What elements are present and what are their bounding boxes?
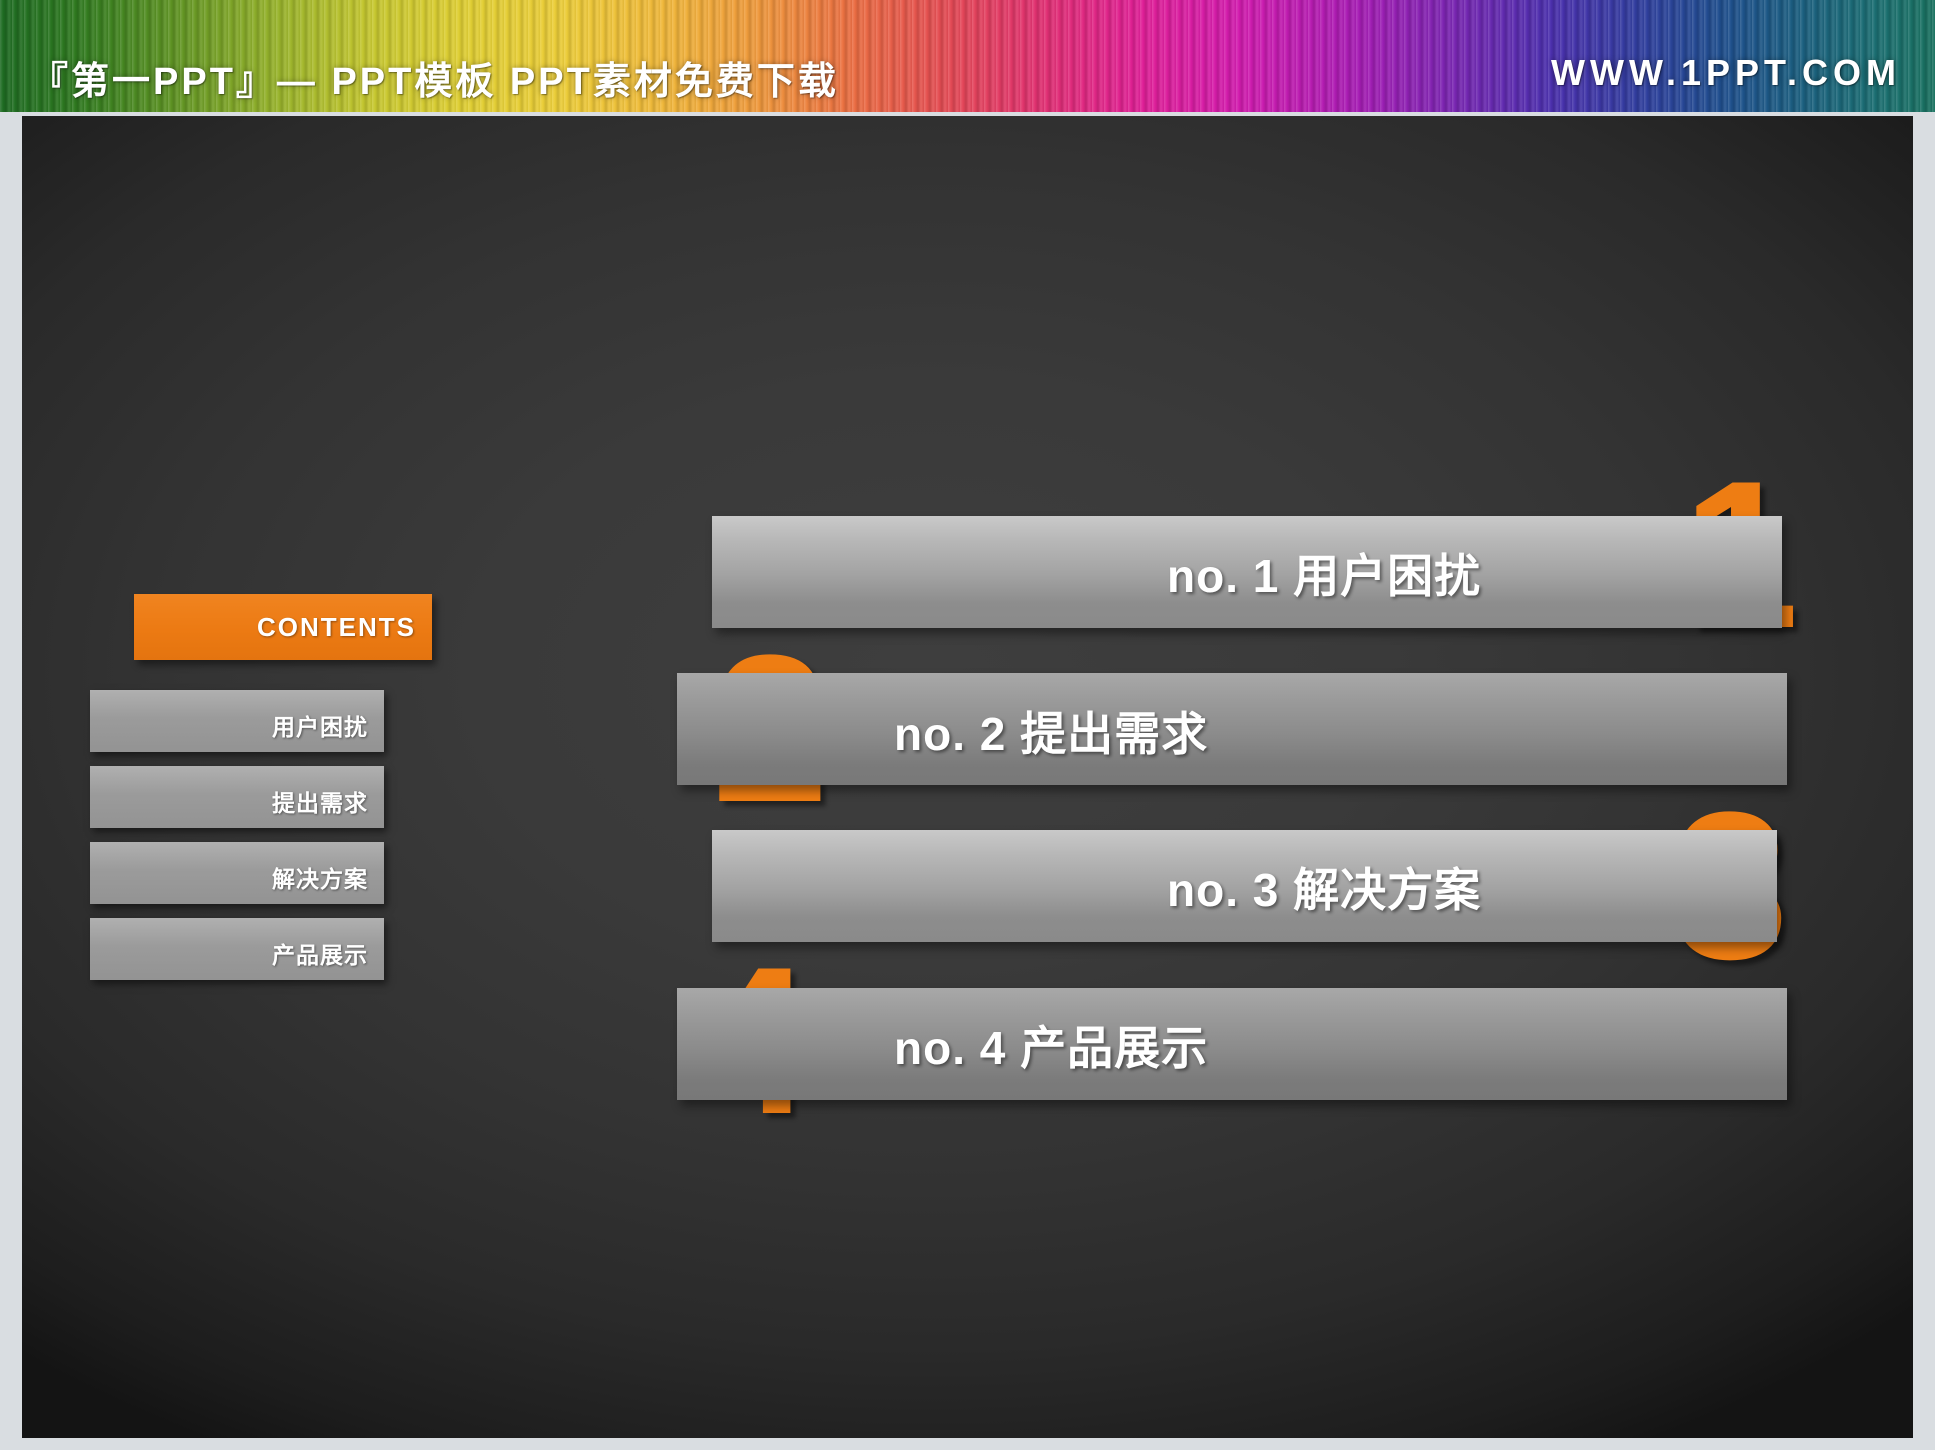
sidebar-item-user-trouble[interactable]: 用户困扰: [90, 690, 384, 752]
content-bar-3-label: no. 3 解决方案: [1167, 864, 1482, 916]
sidebar-item-label: 提出需求: [272, 790, 368, 816]
banner-website-url: WWW.1PPT.COM: [1551, 52, 1901, 93]
sidebar-item-product-showcase[interactable]: 产品展示: [90, 918, 384, 980]
sidebar-item-label: 用户困扰: [272, 714, 368, 740]
content-bar-2[interactable]: [677, 673, 1787, 785]
sidebar-item-label: 解决方案: [272, 866, 368, 892]
content-bar-1-label: no. 1 用户困扰: [1167, 550, 1482, 602]
content-bar-4-label: no. 4 产品展示: [894, 1022, 1209, 1074]
sidebar-item-solution[interactable]: 解决方案: [90, 842, 384, 904]
contents-button[interactable]: CONTENTS: [134, 594, 432, 660]
banner-title: 『第一PPT』— PPT模板 PPT素材免费下载: [30, 61, 839, 103]
content-bar-4[interactable]: [677, 988, 1787, 1100]
contents-button-label: CONTENTS: [257, 612, 416, 642]
slide-canvas: CONTENTS 用户困扰 提出需求 解决方案 产品展示 1 no. 1 用户困…: [22, 116, 1913, 1438]
promo-banner: 『第一PPT』— PPT模板 PPT素材免费下载 WWW.1PPT.COM: [0, 0, 1935, 112]
sidebar-item-requirements[interactable]: 提出需求: [90, 766, 384, 828]
slide-root: 『第一PPT』— PPT模板 PPT素材免费下载 WWW.1PPT.COM CO…: [0, 0, 1935, 1450]
sidebar-item-label: 产品展示: [272, 942, 368, 968]
content-bar-2-label: no. 2 提出需求: [894, 708, 1209, 760]
